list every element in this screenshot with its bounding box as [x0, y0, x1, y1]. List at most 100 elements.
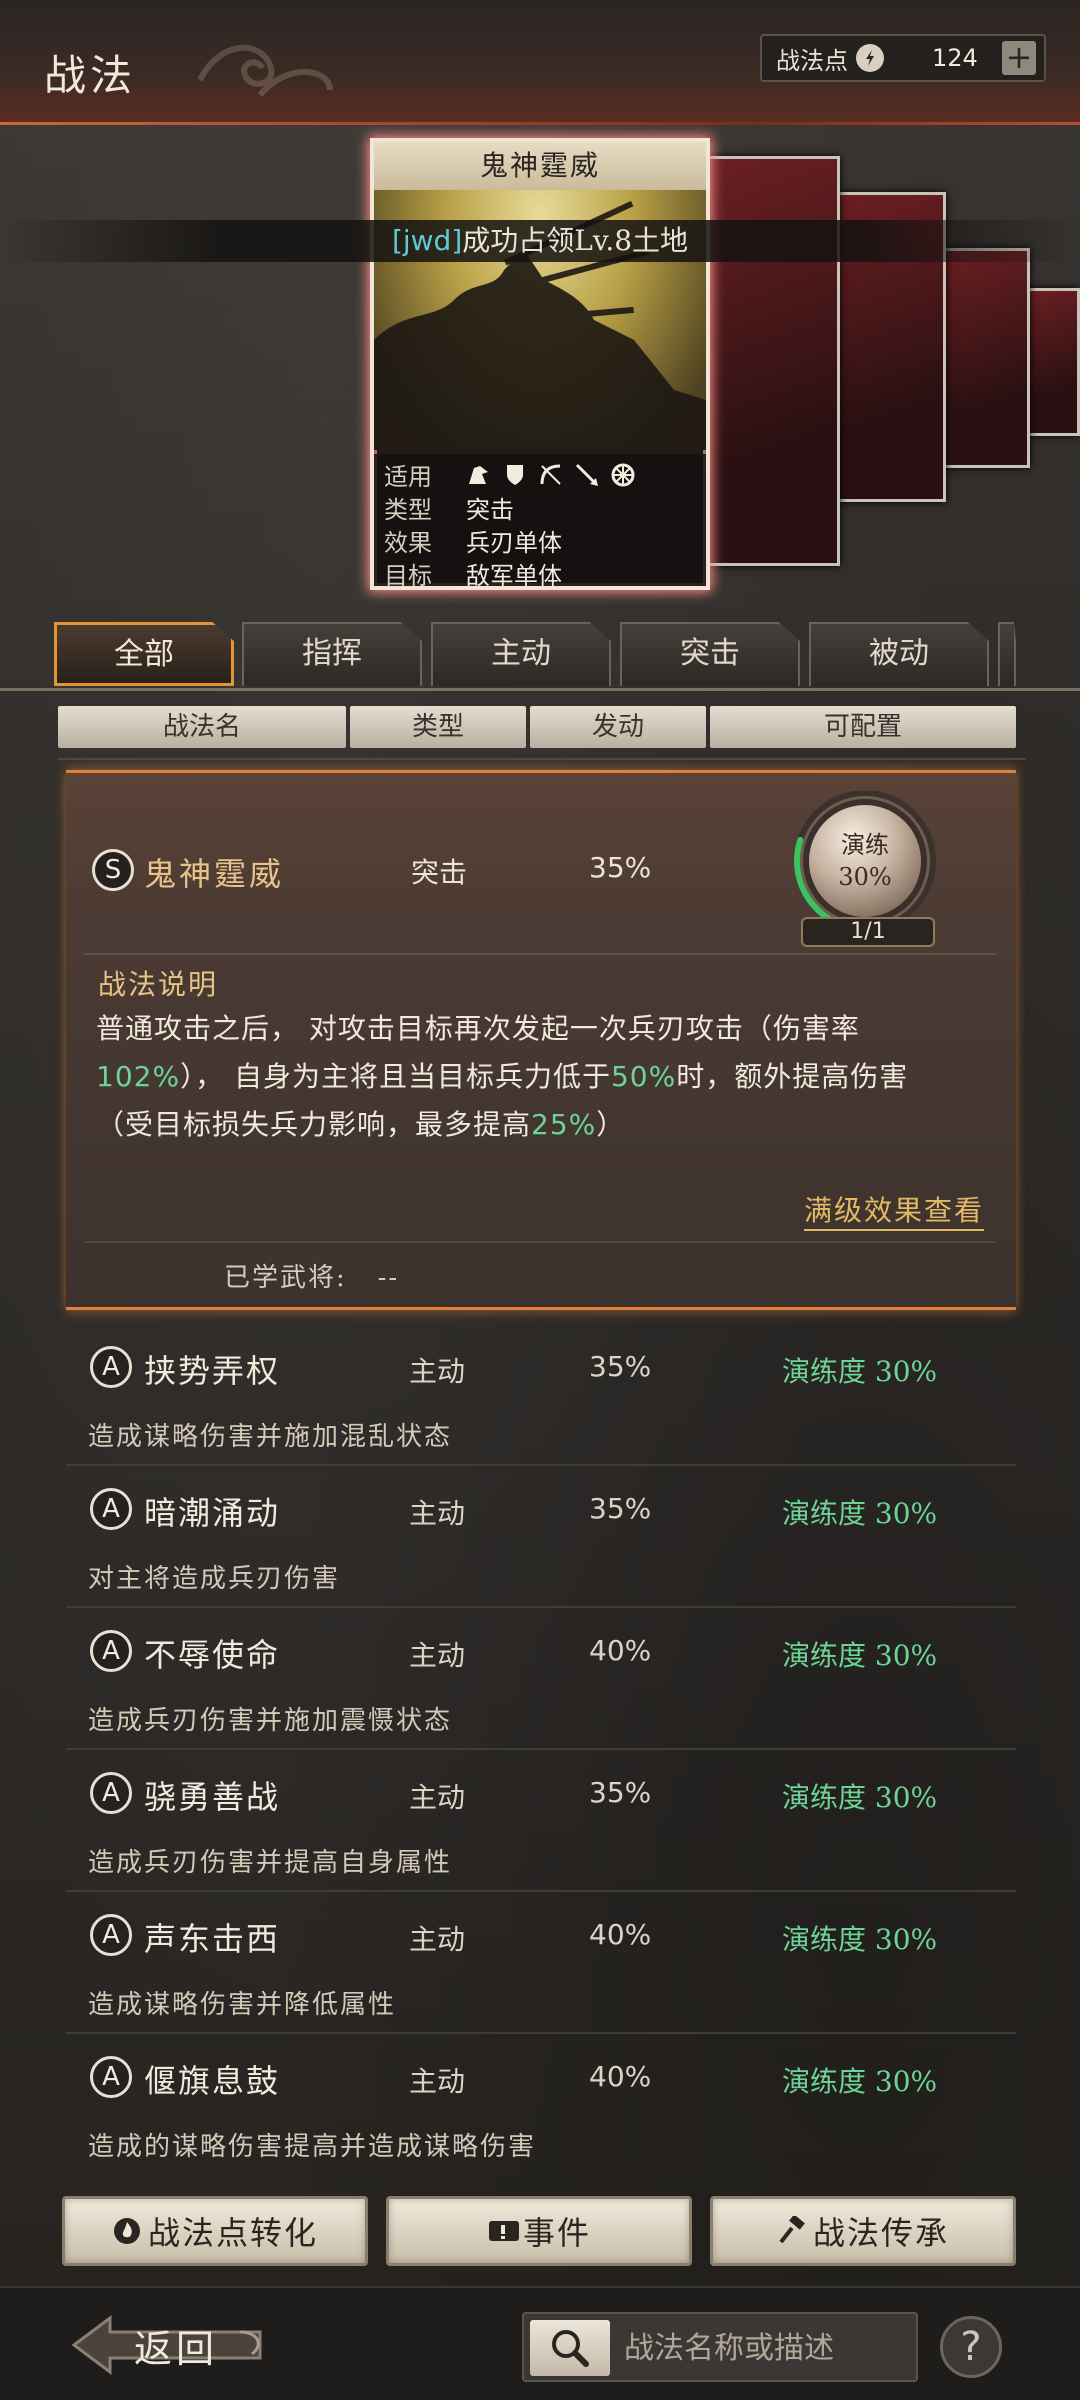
desc-line-2: 102%）， 自身为主将且当目标兵力低于50%时，额外提高伤害: [96, 1053, 996, 1101]
tactic-type: 主动: [409, 1781, 466, 1814]
tactic-points-display: 战法点 124 +: [760, 34, 1046, 82]
tactic-summary: 造成兵刃伤害并施加震慑状态: [88, 1706, 453, 1736]
max-bonus: 25%: [531, 1108, 597, 1141]
tactic-type: 主动: [409, 1497, 466, 1530]
cavalry-icon: [466, 462, 492, 488]
tab-all[interactable]: 全部: [54, 622, 234, 686]
tactic-name: 不辱使命: [144, 1636, 281, 1674]
column-header-type[interactable]: 类型: [350, 706, 526, 748]
list-item[interactable]: A 骁勇善战 主动 35% 演练度 30% 造成兵刃伤害并提高自身属性: [66, 1750, 1016, 1892]
event-scroll-icon: [487, 2216, 519, 2246]
search-box[interactable]: [522, 2312, 918, 2382]
desc-text: ）， 自身为主将且当目标兵力低于: [180, 1060, 611, 1093]
tab-assault[interactable]: 突击: [620, 622, 800, 686]
tactic-summary: 造成谋略伤害并施加混乱状态: [88, 1422, 453, 1452]
convert-points-button[interactable]: 战法点转化: [62, 2196, 368, 2266]
tab-command[interactable]: 指挥: [242, 622, 422, 686]
bow-icon: [538, 462, 564, 488]
card-title: 鬼神霆威: [374, 142, 706, 190]
search-button[interactable]: [530, 2320, 610, 2376]
desc-text: ）: [596, 1108, 626, 1141]
practice-orb-core: 演练 30%: [809, 805, 921, 917]
card-row-key: 类型: [384, 496, 432, 524]
banner-text: 成功占领Lv.8土地: [462, 224, 689, 257]
grade-badge: S: [92, 849, 134, 891]
column-header-configurable[interactable]: 可配置: [710, 706, 1016, 748]
tactic-summary: 对主将造成兵刃伤害: [88, 1564, 341, 1594]
tactic-type: 主动: [409, 1639, 466, 1672]
event-label: 事件: [522, 2214, 591, 2252]
tactic-name: 声东击西: [144, 1920, 281, 1958]
list-item[interactable]: A 声东击西 主动 40% 演练度 30% 造成谋略伤害并降低属性: [66, 1892, 1016, 2034]
grade-badge: A: [90, 1630, 132, 1672]
tactic-rate: 35%: [589, 851, 652, 884]
tactic-summary: 造成谋略伤害并降低属性: [88, 1990, 397, 2020]
damage-rate: 102%: [96, 1060, 181, 1093]
card-row-effect: 效果 兵刃单体: [384, 524, 696, 557]
desc-line-3: （受目标损失兵力影响，最多提高25%）: [96, 1101, 996, 1149]
grade-badge: A: [90, 2056, 132, 2098]
background-card-3[interactable]: [940, 248, 1030, 468]
header-divider: [58, 758, 1026, 760]
tactic-point-icon: [856, 44, 884, 72]
inherit-tactic-label: 战法传承: [812, 2214, 949, 2252]
inherit-tactic-button[interactable]: 战法传承: [710, 2196, 1016, 2266]
slot-count: 1/1: [801, 917, 935, 947]
max-level-effect-link[interactable]: 满级效果查看: [803, 1189, 984, 1231]
divider: [84, 953, 996, 955]
selected-tactic-card[interactable]: 鬼神霆威 适用 类型 突击 效果 兵刃单体 目标 敌军单体: [370, 138, 710, 590]
list-item[interactable]: A 暗潮涌动 主动 35% 演练度 30% 对主将造成兵刃伤害: [66, 1466, 1016, 1608]
desc-text: （受目标损失兵力影响，最多提高: [96, 1108, 532, 1141]
banner-player-tag: [jwd]: [391, 224, 463, 257]
desc-text: 时，额外提高伤害: [676, 1060, 909, 1093]
tactic-proficiency: 演练度 30%: [782, 2065, 938, 2098]
shield-icon: [502, 462, 528, 488]
tactic-list[interactable]: A 挟势弄权 主动 35% 演练度 30% 造成谋略伤害并施加混乱状态 A 暗潮…: [66, 1324, 1016, 2174]
search-input[interactable]: [624, 2324, 904, 2372]
learned-value: --: [377, 1263, 400, 1293]
grade-badge: A: [90, 1488, 132, 1530]
back-button[interactable]: 返回: [70, 2310, 270, 2380]
cloud-ornament-icon: [197, 44, 333, 98]
adaptable-troops: [466, 462, 636, 488]
column-header-trigger[interactable]: 发动: [530, 706, 706, 748]
grade-badge: A: [90, 1914, 132, 1956]
list-item[interactable]: A 不辱使命 主动 40% 演练度 30% 造成兵刃伤害并施加震慑状态: [66, 1608, 1016, 1750]
practice-value: 30%: [838, 863, 892, 891]
tactic-proficiency: 演练度 30%: [782, 1781, 938, 1814]
footer-bar: 返回 ?: [0, 2286, 1080, 2400]
tactic-card-carousel[interactable]: 鬼神霆威 适用 类型 突击 效果 兵刃单体 目标 敌军单体: [0, 130, 1080, 600]
list-item[interactable]: A 挟势弄权 主动 35% 演练度 30% 造成谋略伤害并施加混乱状态: [66, 1324, 1016, 1466]
tactic-name: 暗潮涌动: [144, 1494, 281, 1532]
tab-active[interactable]: 主动: [431, 622, 611, 686]
tactic-rate: 35%: [589, 1492, 652, 1525]
troop-threshold: 50%: [610, 1060, 677, 1093]
expanded-tactic-row[interactable]: S 鬼神霆威 突击 35% 演练 30% 1/1 战法说明 普通攻击之后， 对攻…: [66, 770, 1016, 1310]
tab-passive[interactable]: 被动: [809, 622, 989, 686]
back-label: 返回: [134, 2327, 219, 2371]
card-row-target: 目标 敌军单体: [384, 557, 696, 586]
tactic-summary: 造成的谋略伤害提高并造成谋略伤害: [88, 2132, 537, 2162]
event-button[interactable]: 事件: [386, 2196, 692, 2266]
desc-line-1: 普通攻击之后， 对攻击目标再次发起一次兵刃攻击（伤害率: [96, 1012, 860, 1045]
background-card-1[interactable]: [700, 156, 840, 566]
practice-label: 演练: [841, 831, 889, 859]
tactic-type: 主动: [409, 2065, 466, 2098]
practice-orb[interactable]: 演练 30% 1/1: [791, 791, 941, 947]
tactic-type: 主动: [409, 1923, 466, 1956]
divider: [84, 1241, 996, 1243]
card-row-value: 突击: [466, 496, 514, 524]
grade-badge: A: [90, 1772, 132, 1814]
add-points-button[interactable]: +: [1002, 41, 1036, 75]
list-item[interactable]: A 偃旗息鼓 主动 40% 演练度 30% 造成的谋略伤害提高并造成谋略伤害: [66, 2034, 1016, 2174]
grade-badge: A: [90, 1346, 132, 1388]
tactic-proficiency: 演练度 30%: [782, 1497, 938, 1530]
convert-points-label: 战法点转化: [147, 2214, 318, 2252]
help-button[interactable]: ?: [940, 2316, 1002, 2378]
tactic-rate: 35%: [589, 1350, 652, 1383]
tactic-points-value: 124: [932, 44, 978, 72]
column-header-name[interactable]: 战法名: [58, 706, 346, 748]
tactic-name: 挟势弄权: [144, 1352, 281, 1390]
notification-banner: [jwd]成功占领Lv.8土地: [0, 220, 1080, 262]
tab-more[interactable]: [998, 622, 1016, 686]
